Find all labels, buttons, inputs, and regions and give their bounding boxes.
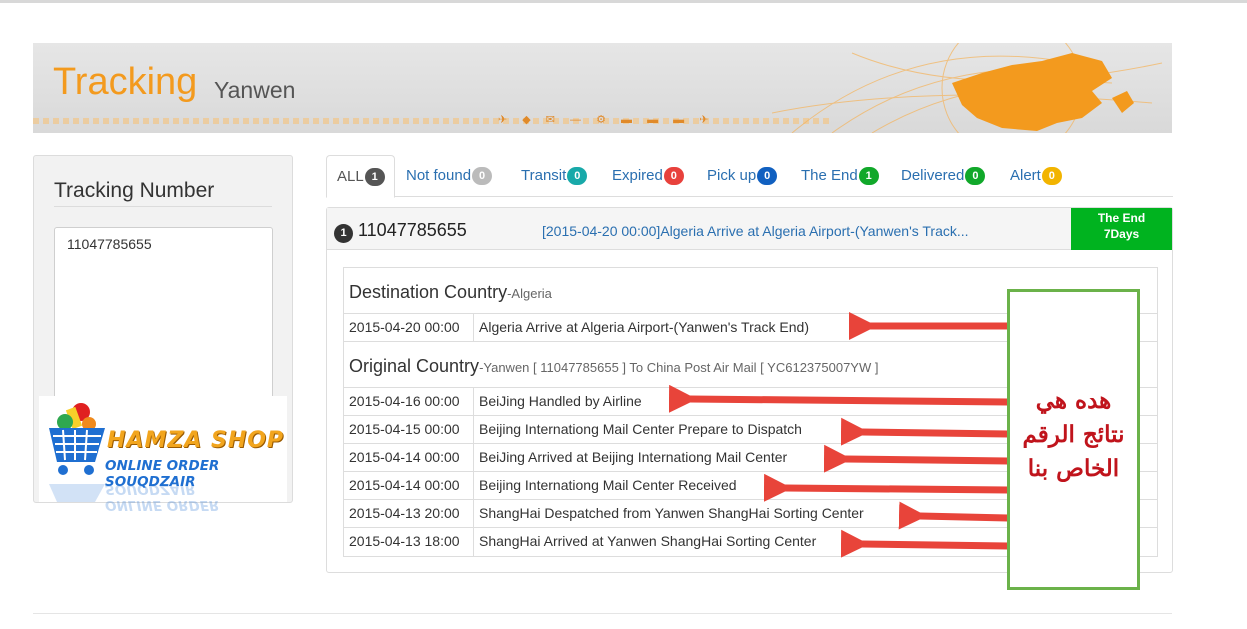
tab-label: Expired [612, 167, 663, 184]
event-date: 2015-04-20 00:00 [344, 314, 474, 341]
tab-expired[interactable]: Expired 0 [612, 155, 684, 197]
transport-icons: ✈ ◆ ✉ — ⚙ ▬ ▬ ▬ ✈ [498, 114, 715, 126]
annotation-line: الخاص بنا [1027, 455, 1120, 482]
logo-text: HAMZA SHOP [107, 428, 285, 453]
annotation-line: هده هي [1035, 387, 1112, 414]
status-tabs: ALL 1 Not found 0 Transit 0 Expired 0 Pick u… [326, 155, 1173, 198]
tab-count-badge: 0 [965, 167, 986, 185]
banner-title: Tracking [53, 61, 198, 103]
annotation-line: نتائج الرقم [1022, 421, 1125, 448]
tab-alert[interactable]: Alert 0 [1010, 155, 1062, 197]
tracking-banner: Tracking Yanwen ✈ ◆ ✉ — ⚙ ▬ ▬ ▬ ✈ [33, 43, 1172, 133]
tab-transit[interactable]: Transit 0 [521, 155, 588, 197]
tab-count-badge: 1 [364, 168, 385, 186]
tracking-number-textarea[interactable]: 11047785655 [54, 227, 273, 407]
event-date: 2015-04-14 00:00 [344, 444, 474, 471]
tab-count-badge: 0 [663, 167, 684, 185]
tab-label: Transit [521, 167, 567, 184]
event-date: 2015-04-13 18:00 [344, 528, 474, 556]
tab-count-badge: 0 [472, 167, 493, 185]
section-title: Original Country [349, 356, 480, 376]
event-date: 2015-04-13 20:00 [344, 500, 474, 527]
event-date: 2015-04-15 00:00 [344, 416, 474, 443]
section-title: Destination Country [349, 282, 508, 302]
status-badge: The End 7Days [1071, 208, 1172, 250]
divider [54, 206, 272, 207]
result-header[interactable]: 1 11047785655 [2015-04-20 00:00]Algeria … [327, 208, 1172, 250]
tab-the-end[interactable]: The End 1 [801, 155, 879, 197]
tab-count-badge: 0 [567, 167, 588, 185]
section-subtitle: -Algeria [507, 286, 552, 301]
tab-count-badge: 0 [757, 167, 778, 185]
world-map-art [772, 43, 1163, 133]
banner-carrier: Yanwen [214, 77, 296, 103]
status-days: 7Days [1103, 227, 1140, 241]
event-date: 2015-04-16 00:00 [344, 388, 474, 415]
shopping-cart-icon [49, 403, 105, 502]
tab-count-badge: 1 [858, 167, 879, 185]
event-date: 2015-04-14 00:00 [344, 472, 474, 499]
arabic-annotation-box: هده هي نتائج الرقم الخاص بنا [1007, 289, 1140, 590]
result-tracking-number: 11047785655 [358, 220, 467, 240]
hamza-shop-logo: HAMZA SHOP ONLINE ORDER SOUQDZAIR ONLINE… [39, 396, 287, 513]
tab-pick-up[interactable]: Pick up 0 [707, 155, 778, 197]
latest-event-link[interactable]: [2015-04-20 00:00]Algeria Arrive at Alge… [542, 223, 1012, 239]
tab-all[interactable]: ALL 1 [326, 155, 395, 198]
status-label: The End [1097, 211, 1146, 225]
tab-label: Delivered [901, 167, 965, 184]
logo-tagline-reflection: ONLINE ORDER SOUQDZAIR [105, 481, 220, 513]
tab-label: ALL [337, 168, 364, 185]
tab-not-found[interactable]: Not found 0 [406, 155, 493, 197]
tab-delivered[interactable]: Delivered 0 [901, 155, 986, 197]
top-border [0, 0, 1247, 3]
tracking-number-heading: Tracking Number [54, 179, 215, 202]
footer-divider [33, 613, 1172, 614]
result-index-badge: 1 [334, 224, 353, 243]
tab-label: Pick up [707, 167, 757, 184]
tab-label: The End [801, 167, 858, 184]
tab-count-badge: 0 [1041, 167, 1062, 185]
tab-label: Alert [1010, 167, 1041, 184]
tab-label: Not found [406, 167, 472, 184]
section-subtitle: -Yanwen [ 11047785655 ] To China Post Ai… [479, 360, 879, 375]
